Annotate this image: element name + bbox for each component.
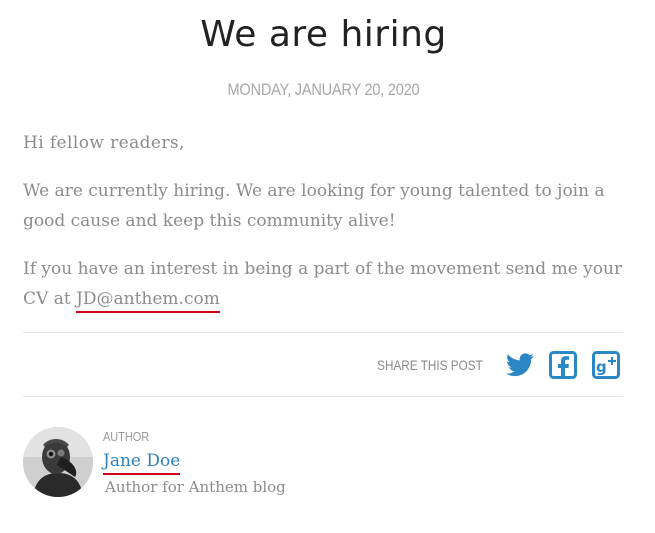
author-label: AUTHOR bbox=[103, 429, 150, 444]
share-bar: SHARE THIS POST g bbox=[23, 333, 620, 396]
share-label: SHARE THIS POST bbox=[377, 356, 483, 373]
svg-text:g: g bbox=[596, 358, 607, 376]
body-paragraph: We are currently hiring. We are looking … bbox=[23, 181, 605, 231]
post-body: Hi fellow readers, We are currently hiri… bbox=[23, 128, 623, 332]
google-plus-icon[interactable]: g bbox=[592, 350, 620, 379]
post-date: MONDAY, JANUARY 20, 2020 bbox=[227, 80, 420, 99]
author-box: AUTHOR Jane Doe Author for Anthem blog bbox=[23, 427, 623, 507]
avatar bbox=[23, 427, 93, 497]
post-title: We are hiring bbox=[200, 14, 447, 55]
author-description: Author for Anthem blog bbox=[105, 478, 286, 496]
cv-paragraph: If you have an interest in being a part … bbox=[23, 254, 623, 314]
greeting-paragraph: Hi fellow readers, bbox=[23, 133, 185, 153]
facebook-icon[interactable] bbox=[549, 350, 577, 379]
email-link[interactable]: JD@anthem.com bbox=[76, 289, 220, 313]
divider-bottom bbox=[23, 396, 623, 397]
twitter-icon[interactable] bbox=[506, 352, 534, 377]
author-name-link[interactable]: Jane Doe bbox=[103, 450, 181, 475]
